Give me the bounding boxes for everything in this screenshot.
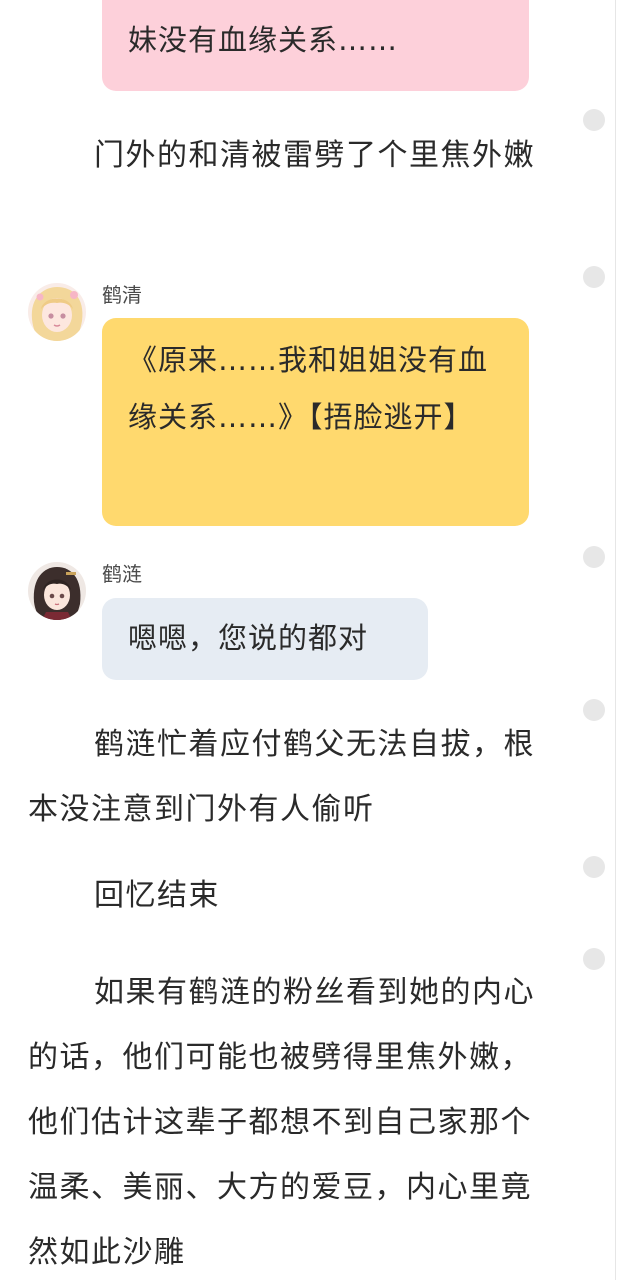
narration-paragraph: 回忆结束	[28, 863, 548, 928]
sender-name: 鹤清	[102, 283, 142, 307]
comment-dot-icon[interactable]	[583, 699, 605, 721]
bubble-text: 嗯嗯，您说的都对	[128, 621, 369, 655]
scroll-edge-line	[615, 0, 616, 1280]
narration-text: 如果有鹤涟的粉丝看到她的内心的话，他们可能也被劈得里焦外嫩，他们估计这辈子都想不…	[28, 975, 535, 1270]
narration-text: 回忆结束	[94, 878, 220, 913]
bubble-text: 《原来……我和姐姐没有血缘关系……》【捂脸逃开】	[128, 343, 489, 434]
comment-dot-icon[interactable]	[583, 109, 605, 131]
bubble-text: 妹没有血缘关系……	[128, 23, 399, 57]
sender-name: 鹤涟	[102, 562, 142, 586]
heqing-avatar-icon[interactable]	[28, 283, 86, 341]
narration-paragraph: 如果有鹤涟的粉丝看到她的内心的话，他们可能也被劈得里焦外嫩，他们估计这辈子都想不…	[28, 960, 548, 1280]
comment-dot-icon[interactable]	[583, 266, 605, 288]
chat-story-page: 妹没有血缘关系…… 门外的和清被雷劈了个里焦外嫩 鹤清 《原来……我和姐姐没有血…	[0, 0, 618, 1280]
chat-bubble-yellow: 《原来……我和姐姐没有血缘关系……》【捂脸逃开】	[102, 318, 529, 526]
narration-paragraph: 门外的和清被雷劈了个里焦外嫩	[28, 123, 548, 188]
comment-dot-icon[interactable]	[583, 546, 605, 568]
narration-paragraph: 鹤涟忙着应付鹤父无法自拔，根本没注意到门外有人偷听	[28, 712, 548, 842]
narration-text: 鹤涟忙着应付鹤父无法自拔，根本没注意到门外有人偷听	[28, 727, 535, 827]
chat-bubble-pink: 妹没有血缘关系……	[102, 0, 529, 91]
chat-bubble-gray: 嗯嗯，您说的都对	[102, 598, 428, 680]
helian-avatar-icon[interactable]	[28, 562, 86, 620]
comment-dot-icon[interactable]	[583, 856, 605, 878]
comment-dot-icon[interactable]	[583, 948, 605, 970]
narration-text: 门外的和清被雷劈了个里焦外嫩	[94, 138, 535, 173]
